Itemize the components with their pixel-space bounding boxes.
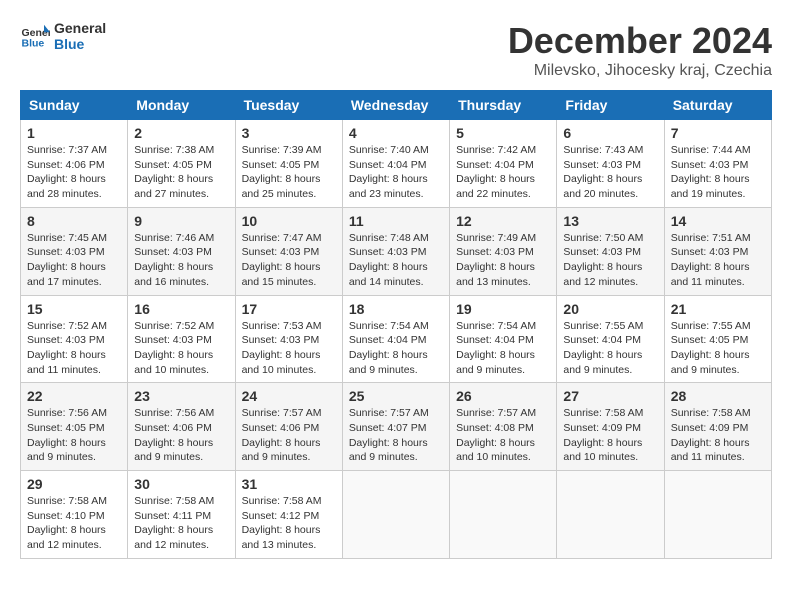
- table-row: 2Sunrise: 7:38 AMSunset: 4:05 PMDaylight…: [128, 120, 235, 208]
- calendar-row: 15Sunrise: 7:52 AMSunset: 4:03 PMDayligh…: [21, 295, 772, 383]
- svg-text:Blue: Blue: [22, 38, 45, 50]
- table-row: 23Sunrise: 7:56 AMSunset: 4:06 PMDayligh…: [128, 383, 235, 471]
- empty-cell: [557, 471, 664, 559]
- calendar-table: Sunday Monday Tuesday Wednesday Thursday…: [20, 90, 772, 559]
- logo-blue: Blue: [54, 36, 106, 52]
- table-row: 15Sunrise: 7:52 AMSunset: 4:03 PMDayligh…: [21, 295, 128, 383]
- table-row: 13Sunrise: 7:50 AMSunset: 4:03 PMDayligh…: [557, 207, 664, 295]
- table-row: 24Sunrise: 7:57 AMSunset: 4:06 PMDayligh…: [235, 383, 342, 471]
- title-area: December 2024 Milevsko, Jihocesky kraj, …: [508, 20, 772, 80]
- table-row: 28Sunrise: 7:58 AMSunset: 4:09 PMDayligh…: [664, 383, 771, 471]
- table-row: 6Sunrise: 7:43 AMSunset: 4:03 PMDaylight…: [557, 120, 664, 208]
- col-friday: Friday: [557, 91, 664, 120]
- header: General Blue General Blue December 2024 …: [20, 20, 772, 80]
- col-monday: Monday: [128, 91, 235, 120]
- table-row: 16Sunrise: 7:52 AMSunset: 4:03 PMDayligh…: [128, 295, 235, 383]
- table-row: 8Sunrise: 7:45 AMSunset: 4:03 PMDaylight…: [21, 207, 128, 295]
- calendar-row: 8Sunrise: 7:45 AMSunset: 4:03 PMDaylight…: [21, 207, 772, 295]
- table-row: 30Sunrise: 7:58 AMSunset: 4:11 PMDayligh…: [128, 471, 235, 559]
- page-subtitle: Milevsko, Jihocesky kraj, Czechia: [508, 62, 772, 80]
- calendar-header-row: Sunday Monday Tuesday Wednesday Thursday…: [21, 91, 772, 120]
- table-row: 9Sunrise: 7:46 AMSunset: 4:03 PMDaylight…: [128, 207, 235, 295]
- table-row: 17Sunrise: 7:53 AMSunset: 4:03 PMDayligh…: [235, 295, 342, 383]
- table-row: 18Sunrise: 7:54 AMSunset: 4:04 PMDayligh…: [342, 295, 449, 383]
- table-row: 11Sunrise: 7:48 AMSunset: 4:03 PMDayligh…: [342, 207, 449, 295]
- table-row: 27Sunrise: 7:58 AMSunset: 4:09 PMDayligh…: [557, 383, 664, 471]
- calendar-row: 29Sunrise: 7:58 AMSunset: 4:10 PMDayligh…: [21, 471, 772, 559]
- table-row: 25Sunrise: 7:57 AMSunset: 4:07 PMDayligh…: [342, 383, 449, 471]
- logo: General Blue General Blue: [20, 20, 106, 52]
- page-title: December 2024: [508, 20, 772, 62]
- empty-cell: [664, 471, 771, 559]
- col-saturday: Saturday: [664, 91, 771, 120]
- logo-icon: General Blue: [20, 21, 50, 51]
- table-row: 21Sunrise: 7:55 AMSunset: 4:05 PMDayligh…: [664, 295, 771, 383]
- table-row: 29Sunrise: 7:58 AMSunset: 4:10 PMDayligh…: [21, 471, 128, 559]
- table-row: 22Sunrise: 7:56 AMSunset: 4:05 PMDayligh…: [21, 383, 128, 471]
- col-thursday: Thursday: [450, 91, 557, 120]
- calendar-row: 1Sunrise: 7:37 AMSunset: 4:06 PMDaylight…: [21, 120, 772, 208]
- empty-cell: [342, 471, 449, 559]
- table-row: 3Sunrise: 7:39 AMSunset: 4:05 PMDaylight…: [235, 120, 342, 208]
- table-row: 26Sunrise: 7:57 AMSunset: 4:08 PMDayligh…: [450, 383, 557, 471]
- table-row: 19Sunrise: 7:54 AMSunset: 4:04 PMDayligh…: [450, 295, 557, 383]
- table-row: 7Sunrise: 7:44 AMSunset: 4:03 PMDaylight…: [664, 120, 771, 208]
- table-row: 14Sunrise: 7:51 AMSunset: 4:03 PMDayligh…: [664, 207, 771, 295]
- calendar-row: 22Sunrise: 7:56 AMSunset: 4:05 PMDayligh…: [21, 383, 772, 471]
- table-row: 1Sunrise: 7:37 AMSunset: 4:06 PMDaylight…: [21, 120, 128, 208]
- table-row: 4Sunrise: 7:40 AMSunset: 4:04 PMDaylight…: [342, 120, 449, 208]
- col-sunday: Sunday: [21, 91, 128, 120]
- col-tuesday: Tuesday: [235, 91, 342, 120]
- logo-general: General: [54, 20, 106, 36]
- table-row: 5Sunrise: 7:42 AMSunset: 4:04 PMDaylight…: [450, 120, 557, 208]
- col-wednesday: Wednesday: [342, 91, 449, 120]
- table-row: 12Sunrise: 7:49 AMSunset: 4:03 PMDayligh…: [450, 207, 557, 295]
- empty-cell: [450, 471, 557, 559]
- table-row: 20Sunrise: 7:55 AMSunset: 4:04 PMDayligh…: [557, 295, 664, 383]
- table-row: 31Sunrise: 7:58 AMSunset: 4:12 PMDayligh…: [235, 471, 342, 559]
- table-row: 10Sunrise: 7:47 AMSunset: 4:03 PMDayligh…: [235, 207, 342, 295]
